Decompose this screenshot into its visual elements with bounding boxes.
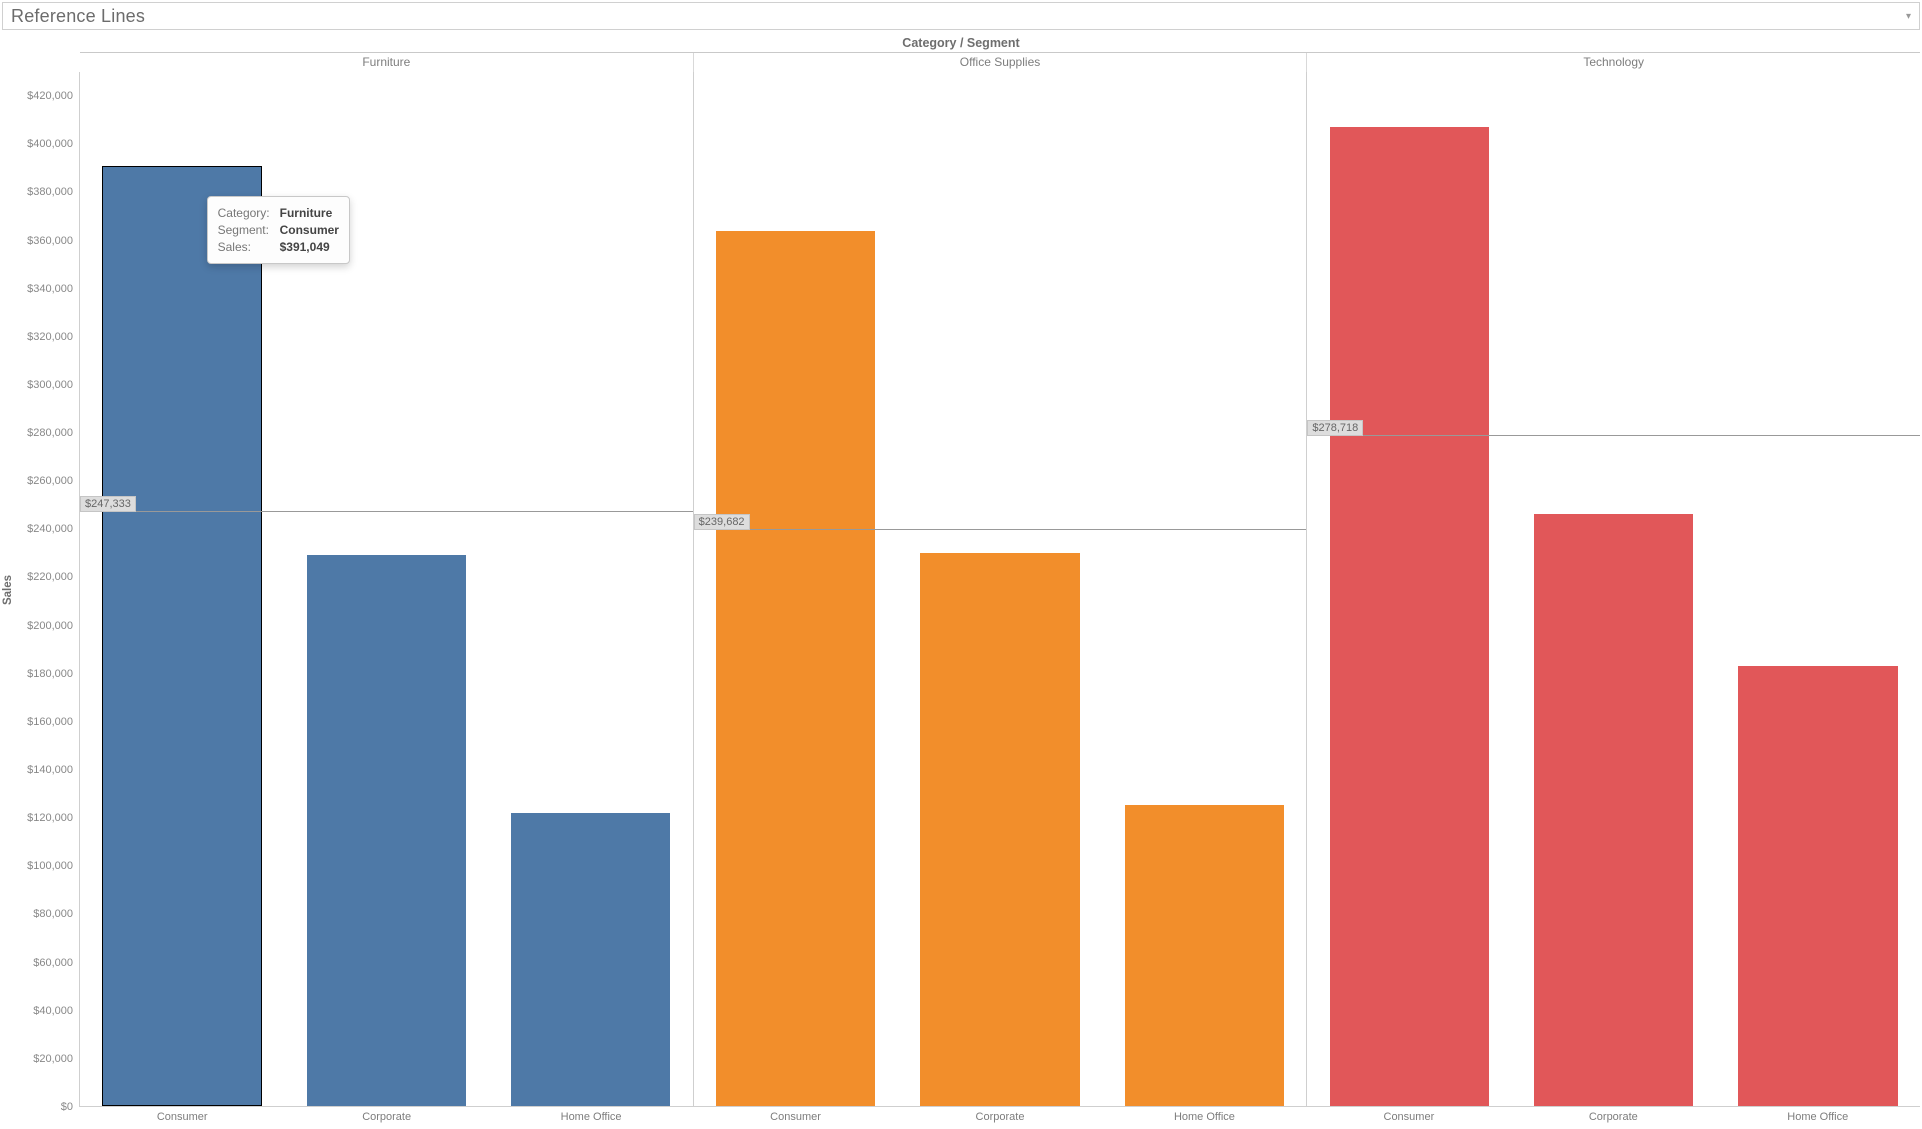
y-axis-gutter-bottom [2, 1107, 80, 1127]
segment-label[interactable]: Home Office [1102, 1107, 1306, 1127]
y-tick: $420,000 [27, 90, 73, 102]
tooltip-key: Segment: [218, 222, 276, 239]
y-tick: $20,000 [33, 1053, 73, 1065]
chart-panel: Category:FurnitureSegment:ConsumerSales:… [80, 72, 694, 1107]
bar-slot [694, 72, 898, 1106]
y-tick: $300,000 [27, 379, 73, 391]
segment-labels: ConsumerCorporateHome OfficeConsumerCorp… [80, 1107, 1920, 1127]
segment-label[interactable]: Home Office [489, 1107, 693, 1127]
segment-panel: ConsumerCorporateHome Office [80, 1107, 693, 1127]
y-axis-gutter-top [2, 52, 80, 72]
category-header-row: FurnitureOffice SuppliesTechnology [2, 52, 1920, 72]
y-axis-label: Sales [2, 574, 14, 604]
panels-header: FurnitureOffice SuppliesTechnology [80, 52, 1920, 72]
segment-panel: ConsumerCorporateHome Office [693, 1107, 1306, 1127]
bar[interactable] [716, 231, 875, 1106]
y-tick: $80,000 [33, 908, 73, 920]
y-tick: $320,000 [27, 331, 73, 343]
bar[interactable] [1534, 514, 1693, 1106]
category-header[interactable]: Office Supplies [694, 53, 1308, 72]
tooltip-key: Sales: [218, 239, 276, 256]
y-tick: $100,000 [27, 860, 73, 872]
y-tick: $260,000 [27, 475, 73, 487]
bar-slot [898, 72, 1102, 1106]
tooltip: Category:FurnitureSegment:ConsumerSales:… [207, 196, 350, 264]
y-tick: $160,000 [27, 716, 73, 728]
reference-line-label: $247,333 [80, 496, 136, 512]
plot-row: Sales $0$20,000$40,000$60,000$80,000$100… [2, 72, 1920, 1107]
plot-area[interactable]: Category:FurnitureSegment:ConsumerSales:… [80, 72, 1920, 1107]
reference-line-label: $278,718 [1307, 420, 1363, 436]
tooltip-value: Furniture [280, 205, 333, 222]
y-tick: $200,000 [27, 620, 73, 632]
y-tick: $360,000 [27, 235, 73, 247]
tooltip-key: Category: [218, 205, 276, 222]
title-bar: Reference Lines ▾ [2, 2, 1920, 30]
worksheet: Reference Lines ▾ Category / Segment Fur… [0, 0, 1922, 1129]
category-header[interactable]: Furniture [80, 53, 694, 72]
y-tick: $120,000 [27, 812, 73, 824]
bar[interactable] [1330, 127, 1489, 1106]
top-axis-title: Category / Segment [2, 34, 1920, 52]
bar-slot [1716, 72, 1920, 1106]
reference-line[interactable]: $247,333 [80, 511, 693, 512]
reference-line[interactable]: $239,682 [694, 529, 1307, 530]
bar-slot: Category:FurnitureSegment:ConsumerSales:… [80, 72, 284, 1106]
bars-container [694, 72, 1307, 1107]
viz-area: Category / Segment FurnitureOffice Suppl… [2, 34, 1920, 1127]
y-tick: $140,000 [27, 764, 73, 776]
segment-label[interactable]: Corporate [898, 1107, 1102, 1127]
bar[interactable] [920, 553, 1079, 1106]
y-tick: $400,000 [27, 138, 73, 150]
bar-slot [1307, 72, 1511, 1106]
reference-line[interactable]: $278,718 [1307, 435, 1920, 436]
reference-line-label: $239,682 [694, 514, 750, 530]
worksheet-title: Reference Lines [11, 6, 145, 27]
y-tick: $280,000 [27, 427, 73, 439]
segment-label[interactable]: Consumer [693, 1107, 897, 1127]
bar[interactable] [102, 166, 261, 1106]
bar[interactable] [1125, 805, 1284, 1106]
segment-label[interactable]: Corporate [284, 1107, 488, 1127]
tooltip-value: Consumer [280, 222, 339, 239]
chart-panel: $239,682 [694, 72, 1308, 1107]
title-menu-caret[interactable]: ▾ [1906, 11, 1911, 22]
segment-label[interactable]: Consumer [80, 1107, 284, 1127]
bar-slot [1512, 72, 1716, 1106]
bars-container: Category:FurnitureSegment:ConsumerSales:… [80, 72, 693, 1107]
bar-slot [1102, 72, 1306, 1106]
y-tick: $40,000 [33, 1005, 73, 1017]
segment-panel: ConsumerCorporateHome Office [1307, 1107, 1920, 1127]
y-tick: $380,000 [27, 186, 73, 198]
tooltip-value: $391,049 [280, 239, 330, 256]
y-tick: $340,000 [27, 283, 73, 295]
y-tick: $180,000 [27, 668, 73, 680]
segment-label[interactable]: Consumer [1307, 1107, 1511, 1127]
bar[interactable] [1738, 666, 1897, 1106]
bar[interactable] [307, 555, 466, 1106]
bar[interactable] [511, 813, 670, 1106]
y-tick: $240,000 [27, 523, 73, 535]
segment-label[interactable]: Home Office [1716, 1107, 1920, 1127]
y-axis[interactable]: Sales $0$20,000$40,000$60,000$80,000$100… [2, 72, 80, 1107]
y-tick: $60,000 [33, 957, 73, 969]
category-header[interactable]: Technology [1307, 53, 1920, 72]
bars-container [1307, 72, 1920, 1107]
segment-label[interactable]: Corporate [1511, 1107, 1715, 1127]
bar-slot [488, 72, 692, 1106]
y-tick: $220,000 [27, 571, 73, 583]
chart-panel: $278,718 [1307, 72, 1920, 1107]
x-axis-row: ConsumerCorporateHome OfficeConsumerCorp… [2, 1107, 1920, 1127]
